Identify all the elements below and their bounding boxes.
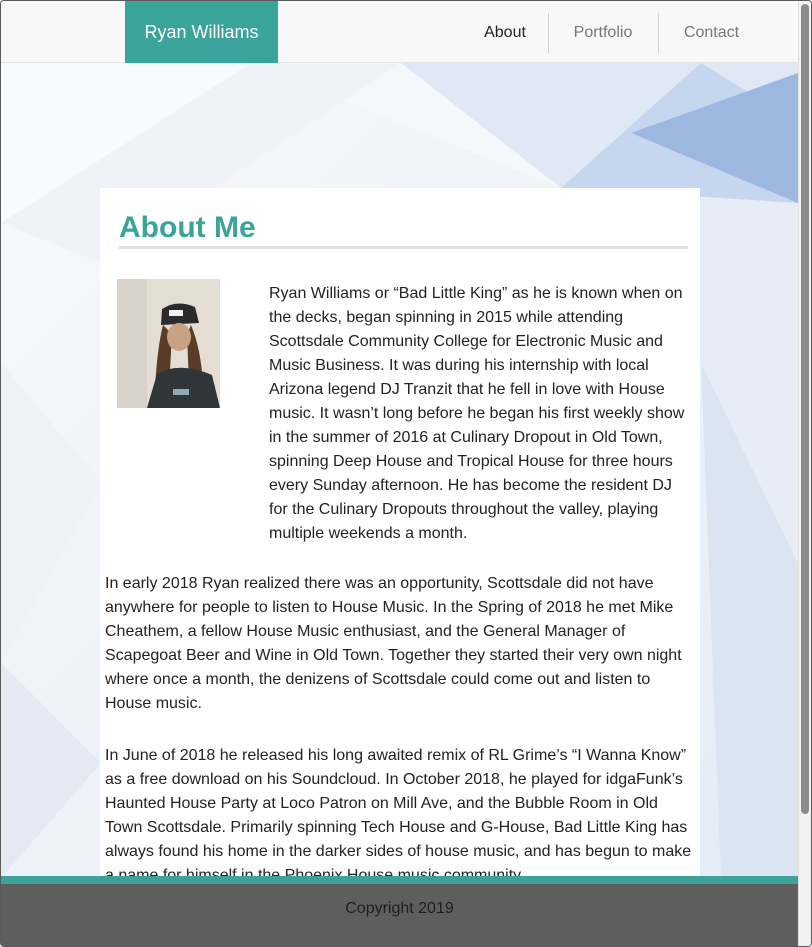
copyright-text: Copyright 2019 [345, 900, 454, 917]
footer-accent-bar [1, 876, 798, 884]
about-paragraph-1: Ryan Williams or “Bad Little King” as he… [269, 285, 685, 542]
nav-link-contact[interactable]: Contact [658, 13, 764, 53]
about-paragraph-2: In early 2018 Ryan realized there was an… [105, 575, 682, 712]
portrait-photo [117, 279, 220, 408]
nav-link-portfolio[interactable]: Portfolio [548, 13, 657, 53]
page-title: About Me [119, 210, 688, 249]
about-card: About Me Ryan Williams or “Bad Little Ki… [100, 188, 700, 878]
nav-link-about[interactable]: About [463, 13, 547, 53]
scrollbar-thumb[interactable] [801, 4, 809, 814]
top-navbar: Ryan Williams About Portfolio Contact [1, 1, 798, 63]
footer: Copyright 2019 [1, 884, 798, 946]
brand-link[interactable]: Ryan Williams [125, 1, 278, 63]
browser-viewport: Ryan Williams About Portfolio Contact Ab… [0, 0, 812, 947]
about-paragraph-3: In June of 2018 he released his long awa… [105, 747, 692, 878]
